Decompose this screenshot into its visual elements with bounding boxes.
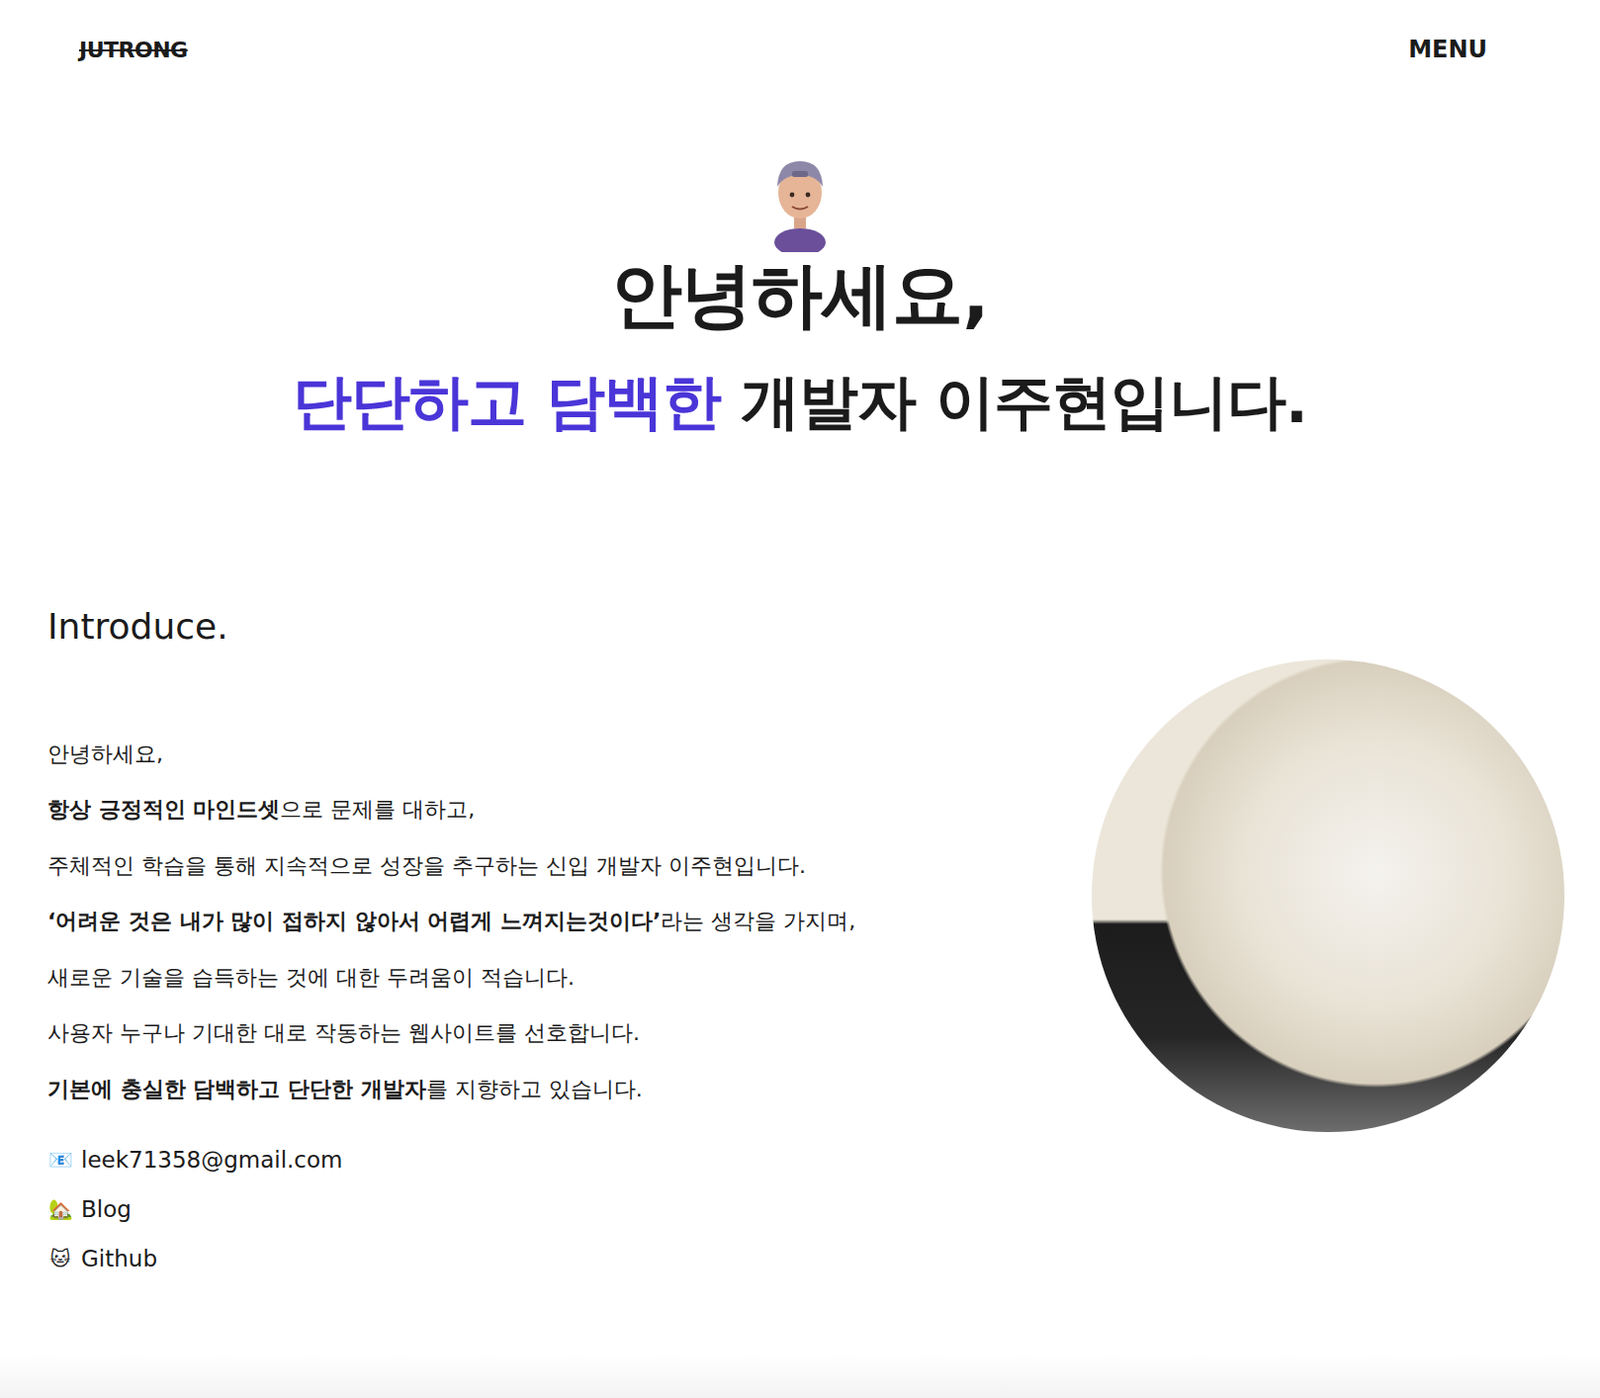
contact-icon: 🏡 <box>47 1184 74 1235</box>
tagline-highlight: 단단하고 담백한 <box>292 366 721 437</box>
tagline: 단단하고 담백한 개발자 이주현입니다. <box>292 365 1307 438</box>
profile-photo <box>1091 659 1565 1133</box>
avatar-icon <box>768 153 832 253</box>
bold-text: 기본에 충실한 담백하고 단단한 개발자 <box>47 1076 427 1102</box>
contact-list: 📧leek71358@gmail.com🏡Blog🐱Github <box>47 1135 856 1284</box>
text: 으로 문제를 대하고, <box>279 797 475 822</box>
logo[interactable]: JUTRONG <box>79 37 188 63</box>
introduce-section: Introduce. 안녕하세요, 항상 긍정적인 마인드셋으로 문제를 대하고, 주… <box>0 437 1600 1285</box>
introduce-line: 새로운 기술을 습득하는 것에 대한 두려움이 적습니다. <box>47 950 856 1007</box>
introduce-line: 주체적인 학습을 통해 지속적으로 성장을 추구하는 신입 개발자 이주현입니다… <box>47 838 856 895</box>
header: JUTRONG MENU <box>0 0 1600 70</box>
page: JUTRONGMENU안녕하세요,단단하고 담백한 개발자 이주현입니다.Int… <box>0 0 1600 1398</box>
text: 새로운 기술을 습득하는 것에 대한 두려움이 적습니다. <box>47 965 575 990</box>
contact-link[interactable]: 🏡Blog <box>47 1184 856 1235</box>
hero: 안녕하세요, 단단하고 담백한 개발자 이주현입니다. <box>0 69 1600 438</box>
contact-link[interactable]: 🐱Github <box>47 1234 856 1284</box>
greeting: 안녕하세요, <box>611 254 988 337</box>
introduce-title: Introduce. <box>47 605 1553 648</box>
contact-link[interactable]: 📧leek71358@gmail.com <box>47 1135 856 1185</box>
text: 주체적인 학습을 통해 지속적으로 성장을 추구하는 신입 개발자 이주현입니다… <box>47 853 806 879</box>
introduce-line: 안녕하세요, <box>47 726 856 784</box>
bold-text: ‘어려운 것은 내가 많이 접하지 않아서 어렵게 느껴지는것이다’ <box>47 908 661 934</box>
introduce-line: 항상 긍정적인 마인드셋으로 문제를 대하고, <box>47 782 856 839</box>
text: 를 지향하고 있습니다. <box>426 1076 643 1102</box>
introduce-line: 사용자 누구나 기대한 대로 작동하는 웹사이트를 선호합니다. <box>47 1005 856 1063</box>
contact-icon: 🐱 <box>47 1234 74 1284</box>
text: 사용자 누구나 기대한 대로 작동하는 웹사이트를 선호합니다. <box>47 1020 640 1046</box>
text: 라는 생각을 가지며, <box>660 908 856 934</box>
text: 안녕하세요, <box>47 741 164 767</box>
introduce-text: 안녕하세요, 항상 긍정적인 마인드셋으로 문제를 대하고, 주체적인 학습을 통해… <box>47 726 856 1285</box>
introduce-body: 안녕하세요, 항상 긍정적인 마인드셋으로 문제를 대하고, 주체적인 학습을 통해… <box>47 726 1553 1285</box>
menu-button[interactable]: MENU <box>1408 31 1488 68</box>
contact-icon: 📧 <box>47 1135 74 1185</box>
bold-text: 항상 긍정적인 마인드셋 <box>47 797 280 822</box>
introduce-line: 기본에 충실한 담백하고 단단한 개발자를 지향하고 있습니다. <box>47 1062 856 1119</box>
introduce-line: ‘어려운 것은 내가 많이 접하지 않아서 어렵게 느껴지는것이다’라는 생각을… <box>47 893 856 951</box>
